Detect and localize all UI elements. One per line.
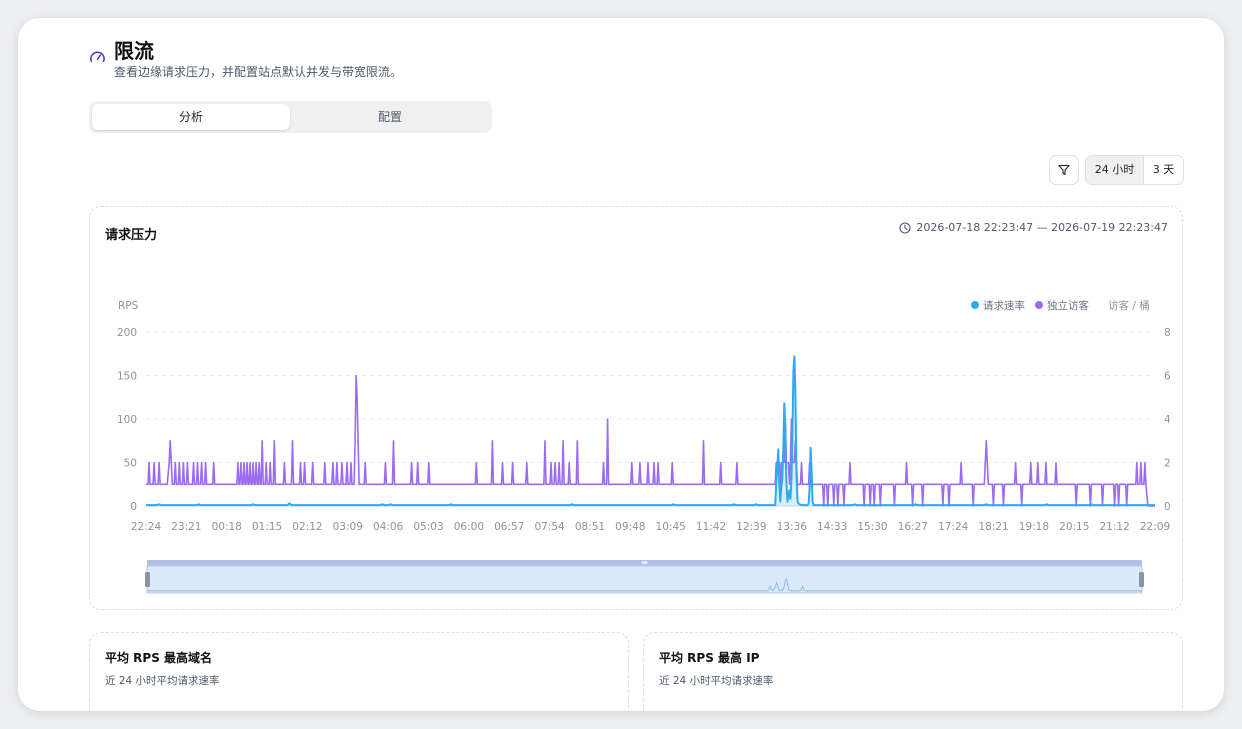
filter-icon bbox=[1058, 164, 1070, 176]
x-tick-label: 04:06 bbox=[373, 521, 404, 533]
x-tick-label: 07:54 bbox=[534, 521, 565, 533]
x-tick-label: 17:24 bbox=[938, 521, 969, 533]
legend-item-visitors-marker bbox=[1035, 301, 1043, 309]
zoom-move-handle[interactable] bbox=[641, 561, 648, 564]
top-domain-title: 平均 RPS 最高域名 bbox=[105, 651, 213, 665]
x-tick-label: 09:48 bbox=[615, 521, 645, 533]
x-tick-label: 18:21 bbox=[978, 521, 1008, 533]
y-right-axis-label: 访客 / 桶 bbox=[1108, 299, 1150, 312]
y-left-axis-label: RPS bbox=[118, 300, 139, 312]
legend-item-rps-marker bbox=[971, 301, 979, 309]
y-right-tick-label: 8 bbox=[1164, 327, 1171, 339]
app-window: 限流 查看边缘请求压力，并配置站点默认并发与带宽限流。 分析 配置 24 小时 … bbox=[18, 18, 1224, 711]
x-tick-label: 23:21 bbox=[171, 521, 201, 533]
x-tick-label: 03:09 bbox=[333, 521, 363, 533]
x-tick-label: 00:18 bbox=[212, 521, 242, 533]
x-tick-label: 02:12 bbox=[292, 521, 322, 533]
y-left-tick-label: 0 bbox=[130, 501, 137, 513]
x-tick-label: 13:36 bbox=[777, 521, 808, 533]
y-left-tick-label: 200 bbox=[117, 327, 137, 339]
y-right-tick-label: 0 bbox=[1164, 501, 1171, 513]
x-tick-label: 01:15 bbox=[252, 521, 282, 533]
tab-analysis[interactable]: 分析 bbox=[92, 104, 290, 130]
series-visitors-line bbox=[146, 374, 1155, 507]
x-tick-label: 14:33 bbox=[817, 521, 847, 533]
y-left-tick-label: 100 bbox=[117, 414, 137, 426]
y-right-tick-label: 6 bbox=[1164, 371, 1171, 383]
x-tick-label: 08:51 bbox=[575, 521, 605, 533]
x-tick-label: 21:12 bbox=[1100, 521, 1130, 533]
y-right-tick-label: 2 bbox=[1164, 458, 1171, 470]
x-tick-label: 22:09 bbox=[1140, 521, 1170, 533]
x-tick-label: 15:30 bbox=[857, 521, 887, 533]
legend-item-visitors: 独立访客 bbox=[1047, 299, 1089, 312]
x-tick-label: 12:39 bbox=[736, 521, 766, 533]
x-tick-label: 16:27 bbox=[898, 521, 928, 533]
x-tick-label: 19:18 bbox=[1019, 521, 1049, 533]
zoom-handle-right[interactable] bbox=[1139, 572, 1144, 587]
tab-config[interactable]: 配置 bbox=[291, 104, 489, 130]
top-ip-title: 平均 RPS 最高 IP bbox=[659, 651, 760, 665]
range-24h-button[interactable]: 24 小时 bbox=[1086, 156, 1144, 184]
legend-item-rps: 请求速率 bbox=[983, 299, 1025, 312]
speedometer-icon bbox=[90, 51, 105, 63]
x-tick-label: 22:24 bbox=[131, 521, 162, 533]
filter-button[interactable] bbox=[1049, 155, 1079, 185]
y-left-tick-label: 150 bbox=[117, 371, 137, 383]
top-domain-card: 平均 RPS 最高域名 近 24 小时平均请求速率 bbox=[89, 632, 629, 711]
top-ip-subtitle: 近 24 小时平均请求速率 bbox=[659, 675, 774, 687]
y-right-tick-label: 4 bbox=[1164, 414, 1171, 426]
x-tick-label: 05:03 bbox=[413, 521, 443, 533]
x-tick-label: 11:42 bbox=[696, 521, 726, 533]
top-domain-subtitle: 近 24 小时平均请求速率 bbox=[105, 675, 220, 687]
time-range-toggle: 24 小时 3 天 bbox=[1085, 155, 1184, 185]
x-tick-label: 06:00 bbox=[454, 521, 484, 533]
zoom-slider-window bbox=[146, 565, 1143, 594]
range-3d-button[interactable]: 3 天 bbox=[1144, 156, 1183, 184]
page-subtitle: 查看边缘请求压力，并配置站点默认并发与带宽限流。 bbox=[114, 65, 403, 79]
page-title: 限流 bbox=[114, 39, 154, 63]
tab-bar: 分析 配置 bbox=[89, 101, 492, 133]
series-rps-line bbox=[146, 355, 1155, 507]
x-tick-label: 10:45 bbox=[656, 521, 686, 533]
request-pressure-chart: 0 50 100 150 200 0 2 4 6 8 RPS 访客 / 桶 请求速率 独立访客 22:24 2… bbox=[117, 299, 1171, 594]
x-tick-label: 06:57 bbox=[494, 521, 524, 533]
top-ip-card: 平均 RPS 最高 IP 近 24 小时平均请求速率 bbox=[643, 632, 1183, 711]
x-tick-label: 20:15 bbox=[1059, 521, 1089, 533]
zoom-handle-left[interactable] bbox=[145, 572, 150, 587]
y-left-tick-label: 50 bbox=[124, 458, 137, 470]
